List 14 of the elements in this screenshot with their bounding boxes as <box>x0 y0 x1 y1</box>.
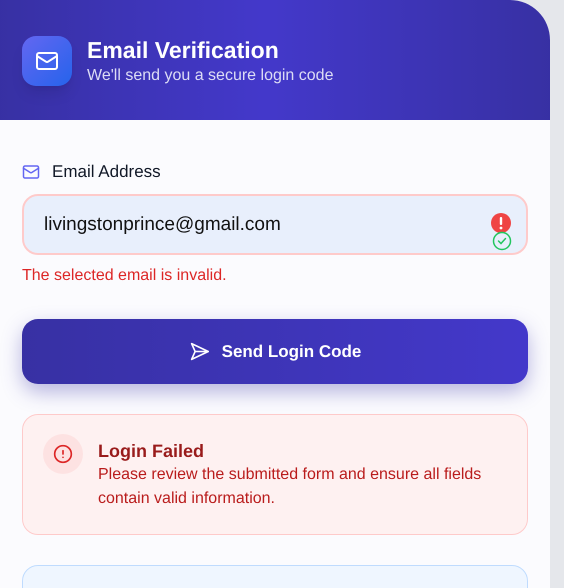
error-message: The selected email is invalid. <box>22 266 228 286</box>
alert-icon <box>43 434 83 474</box>
send-icon <box>188 341 210 362</box>
email-field[interactable]: livingstonprince@gmail.com <box>22 194 528 255</box>
header-subtitle: We'll send you a secure login code <box>87 66 334 86</box>
mail-icon <box>22 163 40 181</box>
field-label: Email Address <box>52 161 161 184</box>
check-icon <box>492 231 512 251</box>
alert-title: Login Failed <box>98 440 205 463</box>
send-login-code-button[interactable]: Send Login Code <box>22 319 528 384</box>
error-icon <box>491 213 511 233</box>
mail-icon <box>22 36 72 86</box>
header-title: Email Verification <box>87 36 280 65</box>
alert-message: Please review the submitted form and ensure all fields contain valid information. <box>98 465 482 509</box>
